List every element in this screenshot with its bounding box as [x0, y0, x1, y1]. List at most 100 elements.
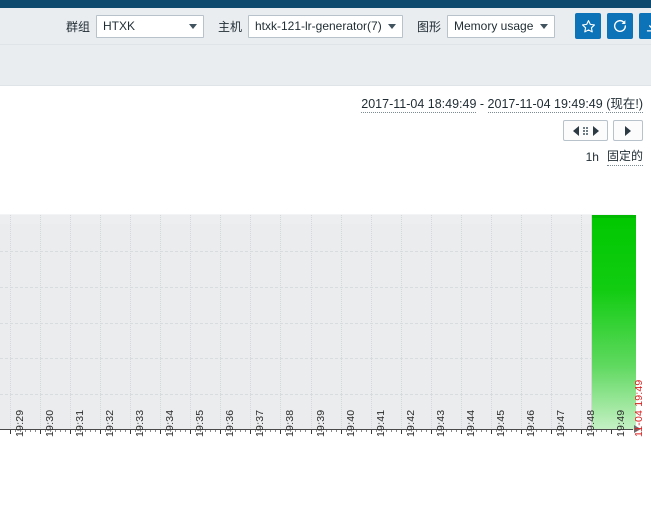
vertical-gridline — [581, 215, 582, 430]
vertical-gridline — [40, 215, 41, 430]
x-axis-minor-tick — [601, 430, 602, 432]
vertical-gridline — [130, 215, 131, 430]
x-axis-label: 19:40 — [345, 410, 357, 437]
group-select[interactable]: HTXK — [96, 15, 204, 38]
x-axis-tick — [130, 430, 131, 434]
zoom-level-label: 1h — [586, 150, 599, 164]
triangle-left-icon — [573, 126, 579, 136]
x-axis-tick — [371, 430, 372, 434]
x-axis-minor-tick — [516, 430, 517, 432]
chart-bar[interactable] — [592, 215, 636, 430]
range-from-value[interactable]: 2017-11-04 18:49:49 — [361, 97, 476, 113]
x-axis-label: 19:29 — [14, 410, 26, 437]
range-now-label[interactable]: (现在!) — [606, 97, 643, 113]
x-axis-tick — [341, 430, 342, 434]
x-axis-minor-tick — [155, 430, 156, 432]
worktime-stripe — [0, 215, 633, 224]
x-axis-minor-tick — [275, 430, 276, 432]
x-axis-now-label: 11-04 19:49 — [633, 380, 645, 437]
x-axis-tick — [10, 430, 11, 434]
x-axis-minor-tick — [426, 430, 427, 432]
horizontal-gridline — [0, 323, 633, 324]
x-axis-label: 19:31 — [74, 410, 86, 437]
time-scroll-back-button[interactable] — [563, 120, 608, 141]
x-axis-minor-tick — [546, 430, 547, 432]
x-axis-label: 19:35 — [194, 410, 206, 437]
vertical-gridline — [431, 215, 432, 430]
time-scroll-forward-button[interactable] — [613, 120, 643, 141]
x-axis-minor-tick — [451, 430, 452, 432]
chevron-down-icon — [540, 24, 548, 29]
app-header-bar — [0, 0, 651, 8]
x-axis-minor-tick — [396, 430, 397, 432]
x-axis-tick — [40, 430, 41, 434]
x-axis-label: 19:39 — [315, 410, 327, 437]
time-range-display[interactable]: 2017-11-04 18:49:49 - 2017-11-04 19:49:4… — [0, 96, 651, 112]
host-select[interactable]: htxk-121-lr-generator(7) — [248, 15, 403, 38]
x-axis-tick — [311, 430, 312, 434]
x-axis-minor-tick — [90, 430, 91, 432]
vertical-gridline — [401, 215, 402, 430]
x-axis-tick — [551, 430, 552, 434]
favorite-button[interactable] — [575, 13, 601, 39]
graph-canvas[interactable]: 19:2919:3019:3119:3219:3319:3419:3519:36… — [0, 204, 651, 505]
range-to-value[interactable]: 2017-11-04 19:49:49 — [488, 97, 603, 113]
group-filter-label: 群组 — [66, 18, 90, 35]
x-axis-tick — [431, 430, 432, 434]
x-axis-label: 19:49 — [615, 410, 627, 437]
fixed-toggle-label[interactable]: 固定的 — [607, 147, 643, 166]
vertical-gridline — [311, 215, 312, 430]
x-axis-label: 19:46 — [525, 410, 537, 437]
x-axis-tick — [100, 430, 101, 434]
x-axis-label: 19:41 — [375, 410, 387, 437]
x-axis-minor-tick — [486, 430, 487, 432]
x-axis-label: 19:34 — [164, 410, 176, 437]
refresh-button[interactable] — [607, 13, 633, 39]
x-axis-minor-tick — [571, 430, 572, 432]
triangle-right-icon — [625, 126, 631, 136]
x-axis-minor-tick — [185, 430, 186, 432]
group-filter: 群组 HTXK — [66, 15, 204, 38]
horizontal-gridline — [0, 394, 633, 395]
graph-filter: 图形 Memory usage — [417, 15, 555, 38]
horizontal-gridline — [0, 287, 633, 288]
x-axis-minor-tick — [60, 430, 61, 432]
x-axis-minor-tick — [30, 430, 31, 432]
vertical-gridline — [551, 215, 552, 430]
x-axis-minor-tick — [35, 430, 36, 432]
export-button[interactable] — [639, 13, 651, 39]
vertical-gridline — [280, 215, 281, 430]
vertical-gridline — [461, 215, 462, 430]
x-axis-label: 19:43 — [435, 410, 447, 437]
x-axis-minor-tick — [245, 430, 246, 432]
x-axis-label: 19:47 — [555, 410, 567, 437]
horizontal-gridline — [0, 358, 633, 359]
vertical-gridline — [70, 215, 71, 430]
time-range-controls: 2017-11-04 18:49:49 - 2017-11-04 19:49:4… — [0, 86, 651, 164]
vertical-gridline — [190, 215, 191, 430]
chevron-down-icon — [189, 24, 197, 29]
group-select-value: HTXK — [103, 19, 135, 33]
chevron-down-icon — [388, 24, 396, 29]
time-nav-row — [0, 120, 651, 141]
x-axis-tick — [220, 430, 221, 434]
x-axis-tick — [160, 430, 161, 434]
plot-area[interactable] — [0, 214, 633, 430]
x-axis-tick — [581, 430, 582, 434]
x-axis-minor-tick — [180, 430, 181, 432]
vertical-gridline — [521, 215, 522, 430]
x-axis-minor-tick — [300, 430, 301, 432]
triangle-right-icon — [593, 126, 599, 136]
x-axis-minor-tick — [240, 430, 241, 432]
x-axis-tick — [250, 430, 251, 434]
chart-bar-cap — [592, 215, 636, 218]
x-axis-minor-tick — [421, 430, 422, 432]
x-axis-tick — [491, 430, 492, 434]
x-axis-minor-tick — [391, 430, 392, 432]
x-axis-tick — [190, 430, 191, 434]
graph-select[interactable]: Memory usage — [447, 15, 555, 38]
x-axis-label: 19:38 — [284, 410, 296, 437]
vertical-gridline — [100, 215, 101, 430]
x-axis-label: 19:36 — [224, 410, 236, 437]
x-axis-minor-tick — [120, 430, 121, 432]
